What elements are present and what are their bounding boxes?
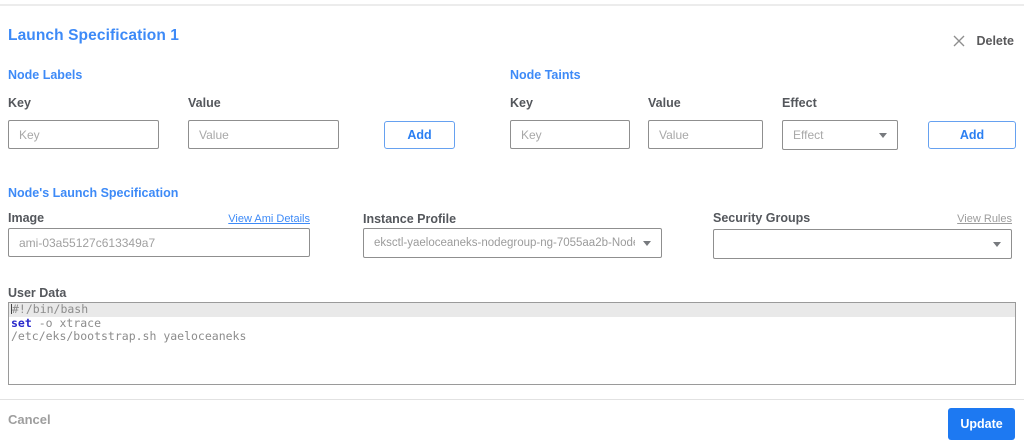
- security-groups-select[interactable]: [713, 229, 1012, 259]
- node-labels-value-input[interactable]: [188, 120, 339, 149]
- security-groups-label-row: Security Groups View Rules: [713, 211, 1012, 225]
- image-label: Image: [8, 211, 45, 225]
- code-line-3: /etc/eks/bootstrap.sh yaeloceaneks: [11, 329, 247, 343]
- instance-profile-value: eksctl-yaeloceaneks-nodegroup-ng-7055aa2…: [374, 237, 635, 249]
- chevron-down-icon: [643, 240, 651, 246]
- node-taints-value-input[interactable]: [648, 120, 763, 149]
- launch-specification-panel: Launch Specification 1 Delete Node Label…: [0, 0, 1024, 444]
- node-taints-key-input[interactable]: [510, 120, 630, 149]
- image-label-row: Image View Ami Details: [8, 211, 310, 225]
- chevron-down-icon: [879, 132, 887, 138]
- view-ami-details-link[interactable]: View Ami Details: [228, 213, 310, 225]
- delete-button-label: Delete: [976, 34, 1014, 48]
- node-labels-heading: Node Labels: [8, 68, 83, 82]
- page-title: Launch Specification 1: [8, 27, 180, 44]
- node-taints-effect-select[interactable]: Effect: [782, 120, 898, 150]
- view-rules-link[interactable]: View Rules: [957, 213, 1012, 225]
- node-labels-add-button[interactable]: Add: [384, 121, 455, 149]
- code-line-1: #!/bin/bash: [9, 303, 1015, 317]
- code-line-2: set -o xtrace: [11, 315, 102, 330]
- node-taints-key-label: Key: [510, 96, 533, 110]
- chevron-down-icon: [993, 241, 1001, 247]
- effect-select-placeholder: Effect: [793, 128, 824, 142]
- node-taints-value-label: Value: [648, 96, 681, 110]
- node-taints-heading: Node Taints: [510, 68, 581, 82]
- instance-profile-select[interactable]: eksctl-yaeloceaneks-nodegroup-ng-7055aa2…: [363, 228, 662, 258]
- node-taints-effect-label: Effect: [782, 96, 817, 110]
- launch-spec-heading: Node's Launch Specification: [8, 186, 179, 200]
- close-icon: [953, 35, 965, 47]
- image-input[interactable]: [8, 228, 310, 257]
- node-labels-key-input[interactable]: [8, 120, 159, 149]
- node-labels-value-label: Value: [188, 96, 221, 110]
- node-labels-key-label: Key: [8, 96, 31, 110]
- top-divider: [0, 4, 1024, 6]
- security-groups-label: Security Groups: [713, 211, 811, 225]
- footer-divider: [0, 399, 1024, 400]
- node-taints-add-button[interactable]: Add: [928, 121, 1016, 149]
- user-data-label: User Data: [8, 286, 67, 300]
- update-button[interactable]: Update: [948, 408, 1015, 440]
- cancel-button[interactable]: Cancel: [8, 412, 51, 427]
- delete-button[interactable]: Delete: [953, 34, 1014, 48]
- instance-profile-label: Instance Profile: [363, 212, 457, 226]
- user-data-editor[interactable]: #!/bin/bash set -o xtrace /etc/eks/boots…: [8, 302, 1016, 385]
